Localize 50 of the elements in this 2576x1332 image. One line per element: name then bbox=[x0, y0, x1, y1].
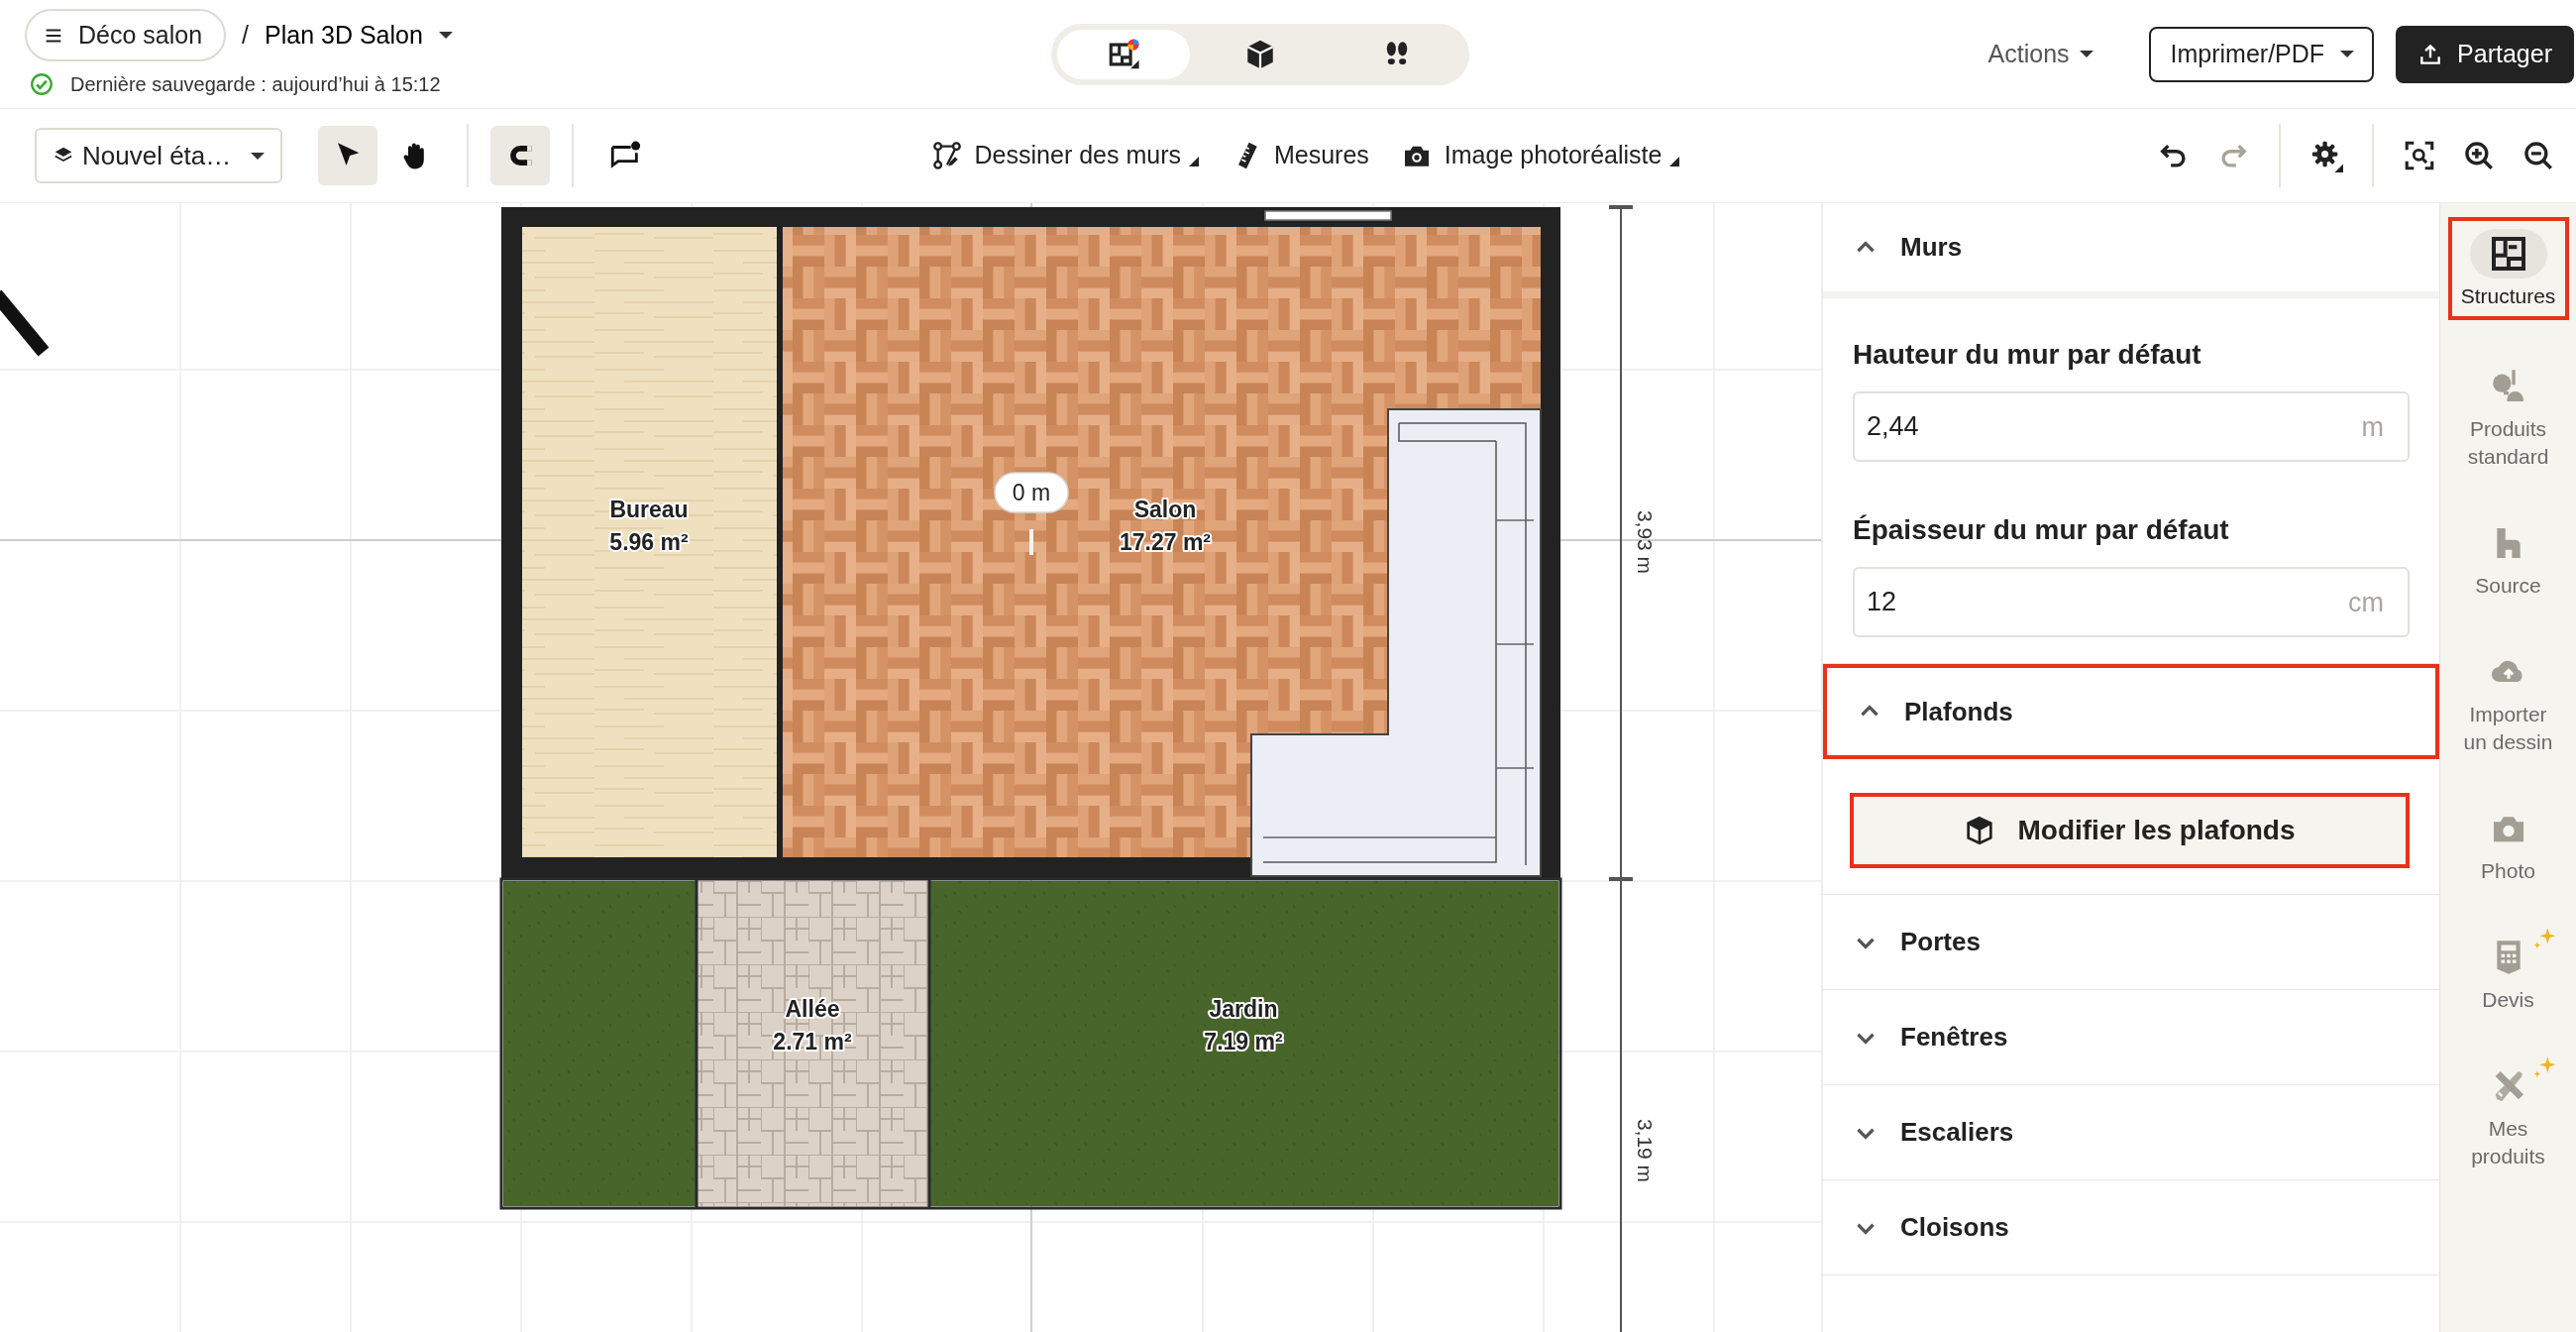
sidebar-item[interactable]: Mes produits bbox=[2447, 1054, 2569, 1176]
field-label: Épaisseur du mur par défaut bbox=[1853, 513, 2230, 547]
edit-ceilings-button[interactable]: Modifier les plafonds bbox=[1850, 793, 2410, 868]
room-area: 5.96 m² bbox=[609, 529, 689, 555]
level-selector[interactable]: Nouvel éta… bbox=[35, 128, 282, 183]
section-header[interactable]: Plafonds bbox=[1823, 664, 2439, 759]
sidebar-item[interactable]: Devis bbox=[2447, 925, 2569, 1020]
room-area: 7.19 m² bbox=[1204, 1029, 1283, 1054]
room-name: Jardin bbox=[1209, 996, 1278, 1022]
caret-icon bbox=[2340, 51, 2355, 57]
sidebar-item[interactable]: Structures bbox=[2447, 217, 2569, 320]
measure-tick bbox=[1029, 529, 1033, 555]
save-status: Dernière sauvegarde : aujourd’hui à 15:12 bbox=[70, 72, 441, 98]
tool-button[interactable] bbox=[318, 126, 377, 185]
actions-menu[interactable]: Actions bbox=[1982, 34, 2099, 74]
unit-label: m bbox=[2361, 410, 2384, 444]
room-name: Bureau bbox=[609, 497, 689, 522]
settings-icon bbox=[2309, 139, 2343, 172]
caret-icon bbox=[438, 32, 453, 39]
room-name: Allée bbox=[785, 996, 840, 1022]
unit-label: cm bbox=[2348, 586, 2384, 619]
measure-label: 0 m bbox=[994, 472, 1069, 513]
sidebar-item[interactable]: Importer un dessin bbox=[2447, 639, 2569, 762]
zoom-in-icon bbox=[2462, 139, 2496, 172]
fit-view-icon bbox=[2403, 139, 2436, 172]
toolbar-button[interactable]: Mesures bbox=[1218, 137, 1381, 174]
print-button[interactable]: Imprimer/PDF bbox=[2148, 26, 2375, 82]
zoom-out-icon bbox=[2522, 139, 2555, 172]
toolbar-button[interactable]: Dessiner des murs bbox=[918, 137, 1211, 174]
menu-button[interactable]: Déco salon bbox=[25, 8, 227, 62]
project-title-dropdown[interactable]: Plan 3D Salon bbox=[265, 16, 453, 55]
share-button[interactable]: Partager bbox=[2396, 25, 2574, 83]
wall-segment bbox=[0, 289, 50, 357]
view-mode-tab[interactable] bbox=[1056, 29, 1190, 79]
tool-button[interactable] bbox=[490, 126, 550, 185]
dimension-label: 3,19 m bbox=[1634, 1118, 1657, 1183]
sidebar-item[interactable]: Source bbox=[2447, 510, 2569, 606]
room-area: 17.27 m² bbox=[1119, 529, 1212, 555]
caret-icon bbox=[251, 152, 265, 160]
field-label: Hauteur du mur par défaut bbox=[1853, 338, 2202, 372]
sidebar-item[interactable]: Photo bbox=[2447, 796, 2569, 891]
wall-nodes-icon bbox=[930, 140, 963, 171]
caret-icon bbox=[2079, 51, 2093, 57]
room-area: 2.71 m² bbox=[773, 1029, 852, 1054]
dimension-label: 3,93 m bbox=[1634, 509, 1657, 575]
toolbar-button[interactable]: Image photoréaliste bbox=[1388, 137, 1692, 174]
breadcrumb-separator: / bbox=[242, 19, 250, 51]
save-check-icon bbox=[29, 71, 54, 98]
room-name: Salon bbox=[1133, 497, 1197, 522]
sidebar-item[interactable]: Produits standard bbox=[2447, 354, 2569, 477]
